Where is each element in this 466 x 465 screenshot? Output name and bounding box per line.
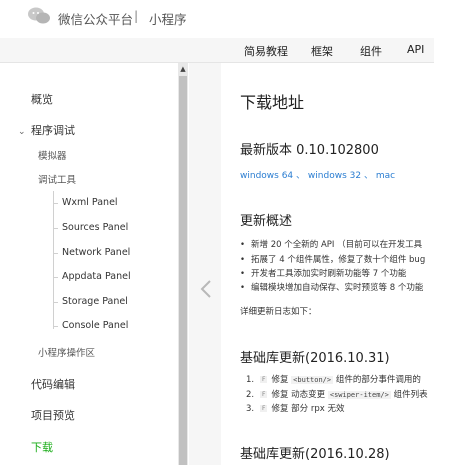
sidebar-scrollbar[interactable]: ▲: [178, 63, 188, 465]
fix-text: 修复 动态变更: [271, 390, 326, 400]
sidebar-item-appdata-panel[interactable]: Appdata Panel: [62, 271, 131, 282]
fix-text: 修复: [271, 375, 289, 385]
nav-item-tutorial[interactable]: 简易教程: [244, 43, 288, 59]
sidebar-item-preview[interactable]: 项目预览: [31, 407, 75, 423]
download-link-mac[interactable]: mac: [376, 171, 395, 181]
wechat-logo-icon[interactable]: [27, 6, 51, 26]
sidebar-item-simulator[interactable]: 模拟器: [38, 148, 67, 162]
link-separator: 、: [296, 171, 306, 181]
nav-item-components[interactable]: 组件: [360, 43, 382, 59]
chevron-left-icon[interactable]: [198, 279, 214, 299]
list-item: 开发者工具添加实时刷新功能等 7 个功能: [240, 267, 406, 279]
tree-connector-tick: [53, 277, 58, 278]
list-item: 2. F 修复 动态变更 <swiper-item/> 组件列表: [246, 388, 428, 400]
sidebar-item-download[interactable]: 下载: [31, 439, 53, 455]
list-number: 3.: [246, 404, 255, 414]
update-overview-heading: 更新概述: [240, 214, 293, 229]
sidebar-collapse-bar[interactable]: [189, 63, 221, 465]
tree-connector-line: [53, 191, 54, 329]
nav-item-framework[interactable]: 框架: [311, 43, 333, 59]
list-item: 新增 20 个全新的 API （目前可以在开发工具: [240, 238, 422, 250]
lib-update-heading-1: 基础库更新(2016.10.31): [240, 351, 390, 366]
chevron-down-icon[interactable]: ⌄: [18, 127, 26, 137]
sidebar-item-overview[interactable]: 概览: [31, 91, 53, 107]
fix-text: 组件列表: [393, 390, 428, 400]
fix-tag: F: [260, 405, 268, 412]
code-snippet: <button/>: [291, 376, 334, 384]
tree-connector-tick: [53, 228, 58, 229]
sidebar-item-debug[interactable]: 程序调试: [31, 122, 75, 138]
list-item: 编辑模块增加自动保存、实时预览等 8 个功能: [240, 281, 423, 293]
right-edge-space: [434, 38, 466, 465]
fix-text: 组件的部分事件调用的: [335, 375, 421, 385]
main-content: 下载地址 最新版本 0.10.102800 windows 64 、 windo…: [221, 63, 434, 465]
download-link-windows64[interactable]: windows 64: [240, 171, 293, 181]
brand-name[interactable]: 微信公众平台: [58, 9, 133, 28]
list-item: 拓展了 4 个组件属性，修复了数十个组件 bug: [240, 253, 425, 265]
sidebar-item-wxml-panel[interactable]: Wxml Panel: [62, 197, 118, 208]
brand-separator: |: [134, 8, 139, 23]
sidebar-item-network-panel[interactable]: Network Panel: [62, 247, 130, 258]
download-links: windows 64 、 windows 32 、 mac: [240, 168, 395, 181]
tree-connector-tick: [53, 326, 58, 327]
scrollbar-thumb[interactable]: [179, 76, 187, 465]
fix-tag: F: [260, 391, 268, 398]
fix-text: 修复 部分 rpx 无效: [271, 404, 345, 414]
nav-item-api[interactable]: API: [407, 43, 424, 56]
list-number: 1.: [246, 375, 255, 385]
sidebar-item-operation-area[interactable]: 小程序操作区: [38, 345, 95, 359]
sidebar-item-console-panel[interactable]: Console Panel: [62, 320, 128, 331]
tree-connector-tick: [53, 203, 58, 204]
sidebar-item-sources-panel[interactable]: Sources Panel: [62, 222, 128, 233]
top-nav: 简易教程 框架 组件 API: [0, 38, 434, 63]
scroll-up-arrow-icon[interactable]: ▲: [178, 65, 188, 73]
list-item: 1. F 修复 <button/> 组件的部分事件调用的: [246, 373, 421, 385]
list-item: 3. F 修复 部分 rpx 无效: [246, 402, 344, 414]
tree-connector-tick: [53, 302, 58, 303]
page-title: 下载地址: [240, 93, 305, 112]
brand-subtitle[interactable]: 小程序: [149, 9, 187, 28]
sidebar-item-code-edit[interactable]: 代码编辑: [31, 376, 75, 392]
list-number: 2.: [246, 390, 255, 400]
top-header: 微信公众平台 | 小程序: [0, 0, 466, 38]
fix-tag: F: [260, 376, 268, 383]
sidebar-item-debug-tools[interactable]: 调试工具: [38, 172, 76, 186]
download-link-windows32[interactable]: windows 32: [308, 171, 361, 181]
code-snippet: <swiper-item/>: [327, 391, 391, 399]
tree-connector-tick: [53, 253, 58, 254]
latest-version-heading: 最新版本 0.10.102800: [240, 143, 379, 158]
link-separator: 、: [363, 171, 373, 181]
lib-update-heading-2: 基础库更新(2016.10.28): [240, 447, 390, 462]
details-text: 详细更新日志如下：: [240, 307, 317, 317]
sidebar: 概览 程序调试 模拟器 调试工具 Wxml Panel Sources Pane…: [0, 63, 178, 465]
sidebar-item-storage-panel[interactable]: Storage Panel: [62, 296, 128, 307]
